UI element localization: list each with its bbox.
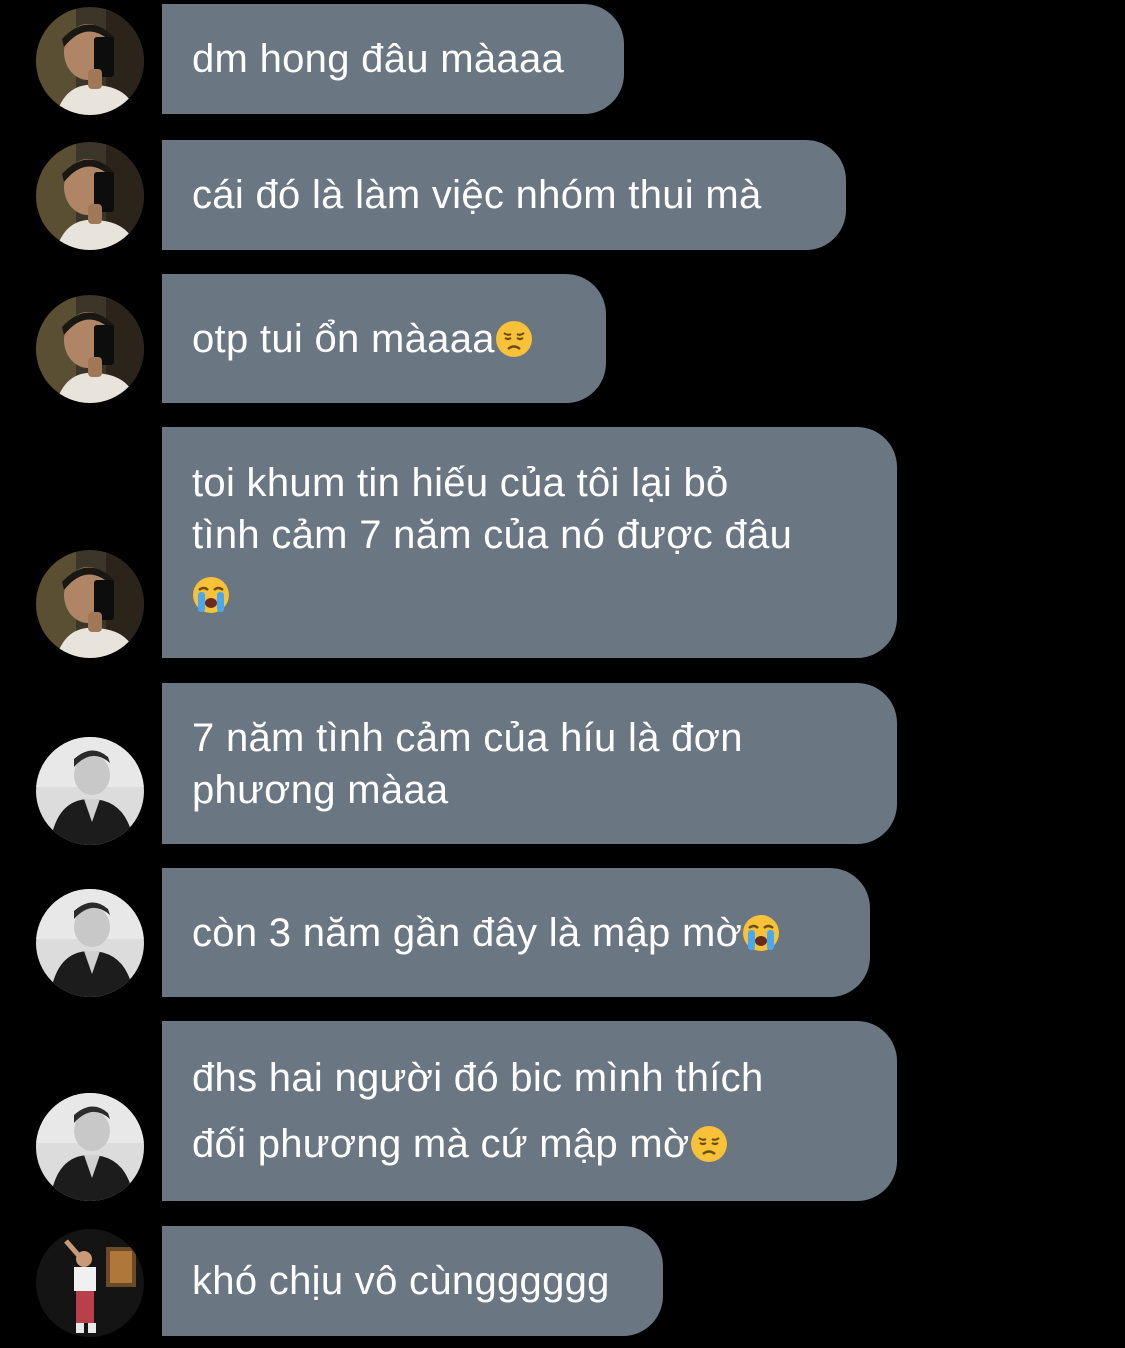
disappointed-face-icon (690, 1125, 728, 1163)
message-text: otp tui ổn màaaa (192, 313, 576, 365)
avatar-user-b[interactable] (36, 889, 144, 997)
message-text: khó chịu vô cùngggggg (192, 1259, 610, 1303)
message-bubble[interactable]: khó chịu vô cùngggggg (162, 1226, 663, 1336)
avatar-user-a[interactable] (36, 295, 144, 403)
avatar-user-b[interactable] (36, 737, 144, 845)
avatar-user-b[interactable] (36, 1093, 144, 1201)
avatar-user-c[interactable] (36, 1229, 144, 1337)
message-text: đối phương mà cứ mập mờ (192, 1118, 867, 1170)
message-text: cái đó là làm việc nhóm thui mà (192, 173, 762, 217)
avatar-user-a[interactable] (36, 550, 144, 658)
avatar-user-a[interactable] (36, 142, 144, 250)
message-bubble[interactable]: 7 năm tình cảm của híu là đơn phương màa… (162, 683, 897, 844)
message-text: 7 năm tình cảm của híu là đơn (192, 715, 743, 760)
message-text: còn 3 năm gần đây là mập mờ (192, 907, 840, 959)
message-text: tình cảm 7 năm của nó được đâu (192, 513, 793, 557)
message-text: đhs hai người đó bic mình thích (192, 1056, 764, 1100)
message-bubble[interactable]: otp tui ổn màaaa (162, 274, 606, 403)
chat-thread: dm hong đâu màaaa cái đó là làm việc nhó… (0, 0, 1125, 1348)
disappointed-face-icon (495, 320, 533, 358)
message-bubble[interactable]: còn 3 năm gần đây là mập mờ (162, 868, 870, 997)
message-bubble[interactable]: cái đó là làm việc nhóm thui mà (162, 140, 846, 250)
message-text (192, 569, 867, 621)
loudly-crying-face-icon (742, 914, 780, 952)
message-text: phương màaa (192, 767, 449, 812)
loudly-crying-face-icon (192, 576, 230, 614)
message-text: toi khum tin hiếu của tôi lại bỏ (192, 461, 729, 505)
avatar-user-a[interactable] (36, 7, 144, 115)
message-text: dm hong đâu màaaa (192, 37, 565, 81)
message-bubble[interactable]: đhs hai người đó bic mình thích đối phươ… (162, 1021, 897, 1201)
message-bubble[interactable]: toi khum tin hiếu của tôi lại bỏ tình cả… (162, 427, 897, 658)
message-bubble[interactable]: dm hong đâu màaaa (162, 4, 624, 114)
